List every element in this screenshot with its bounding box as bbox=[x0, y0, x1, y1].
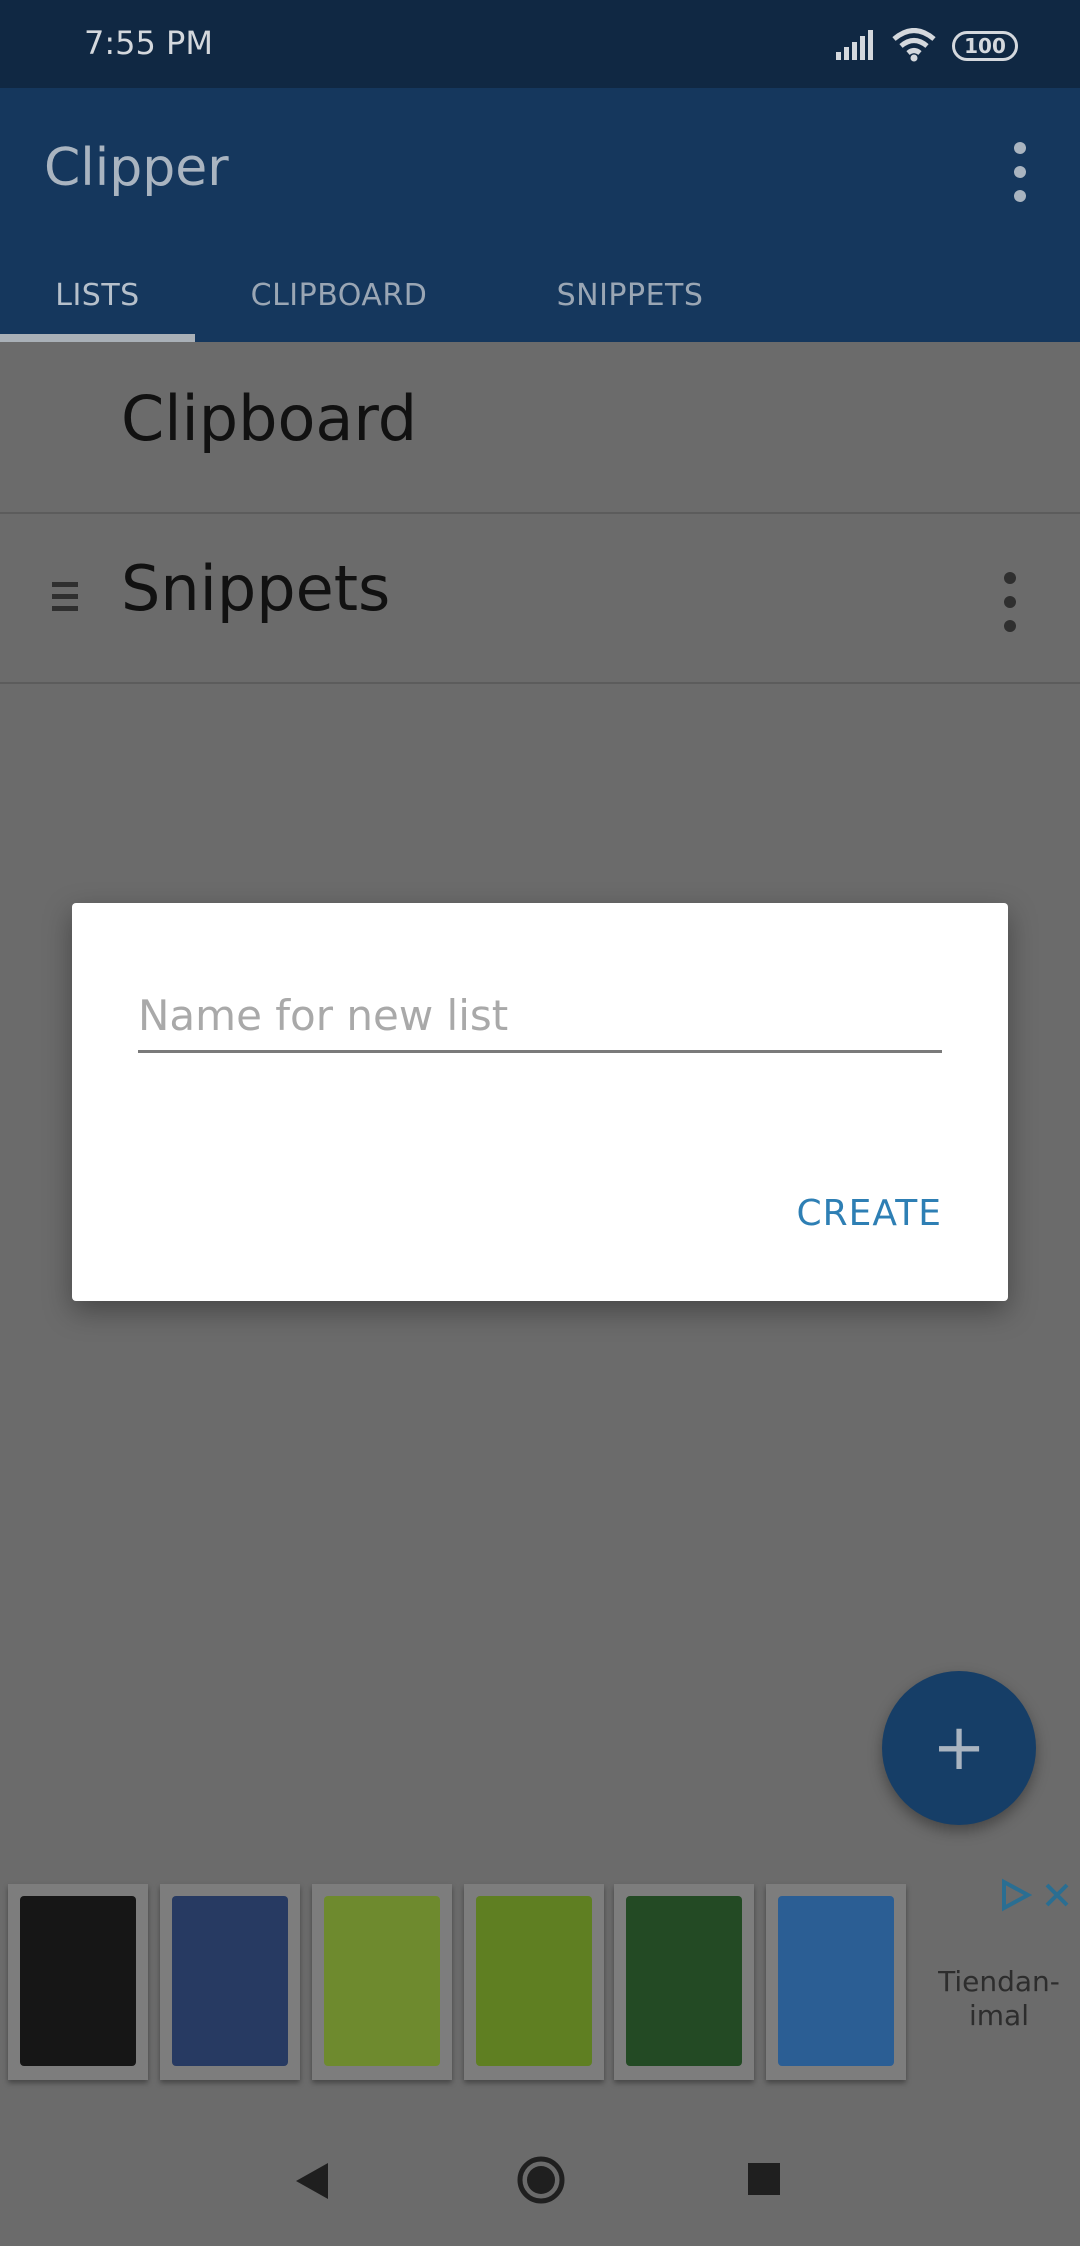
ad-product-image[interactable] bbox=[160, 1884, 300, 2080]
recents-icon[interactable] bbox=[748, 2163, 780, 2195]
status-bar: 7:55 PM 100 bbox=[0, 0, 1080, 88]
new-list-dialog: CREATE bbox=[72, 903, 1008, 1301]
ad-choices-icon[interactable] bbox=[998, 1878, 1032, 1912]
ad-product-image[interactable] bbox=[312, 1884, 452, 2080]
tab-snippets[interactable]: SNIPPETS bbox=[505, 248, 755, 342]
tab-lists[interactable]: LISTS bbox=[0, 248, 195, 342]
create-button[interactable]: CREATE bbox=[797, 1193, 942, 1234]
close-icon[interactable] bbox=[1044, 1882, 1070, 1908]
app-title: Clipper bbox=[44, 138, 229, 198]
plus-icon: + bbox=[932, 1711, 986, 1785]
ad-banner[interactable]: Tiendan-imal bbox=[0, 1870, 1080, 2115]
tab-indicator bbox=[0, 334, 195, 342]
ad-product-image[interactable] bbox=[614, 1884, 754, 2080]
wifi-icon bbox=[892, 28, 936, 62]
ad-product-image[interactable] bbox=[464, 1884, 604, 2080]
overflow-menu-icon[interactable] bbox=[990, 572, 1030, 632]
status-time: 7:55 PM bbox=[84, 24, 213, 62]
drag-handle-icon[interactable] bbox=[52, 582, 78, 612]
home-icon[interactable] bbox=[516, 2155, 566, 2205]
signal-icon bbox=[836, 30, 873, 60]
list-item-label: Clipboard bbox=[121, 382, 418, 455]
list-name-input[interactable] bbox=[138, 981, 942, 1053]
tab-bar: LISTS CLIPBOARD SNIPPETS bbox=[0, 248, 1080, 342]
ad-label[interactable]: Tiendan-imal bbox=[938, 1965, 1060, 2033]
list-item-label: Snippets bbox=[121, 552, 391, 625]
battery-icon: 100 bbox=[952, 31, 1018, 61]
add-list-button[interactable]: + bbox=[882, 1671, 1036, 1825]
list-item-clipboard[interactable]: Clipboard bbox=[0, 342, 1080, 514]
list-item-snippets[interactable]: Snippets bbox=[0, 512, 1080, 684]
tab-clipboard[interactable]: CLIPBOARD bbox=[214, 248, 464, 342]
app-bar: Clipper LISTS CLIPBOARD SNIPPETS bbox=[0, 88, 1080, 342]
ad-product-image[interactable] bbox=[766, 1884, 906, 2080]
ad-product-image[interactable] bbox=[8, 1884, 148, 2080]
battery-level: 100 bbox=[964, 34, 1006, 58]
navigation-bar bbox=[0, 2115, 1080, 2246]
back-icon[interactable] bbox=[294, 2161, 330, 2201]
overflow-menu-icon[interactable] bbox=[1000, 142, 1040, 202]
